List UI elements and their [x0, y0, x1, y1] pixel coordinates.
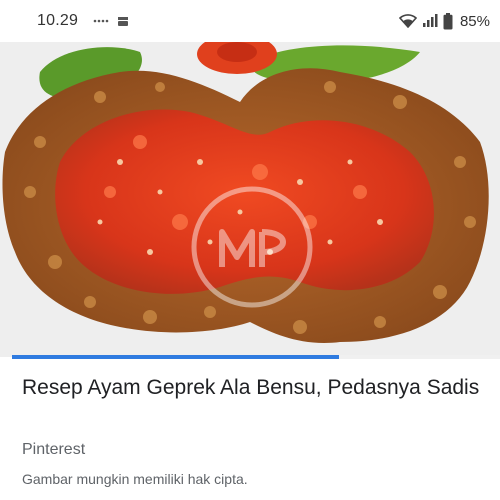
progress-track [12, 355, 500, 359]
fried-chicken-illustration [0, 42, 500, 357]
copyright-note: Gambar mungkin memiliki hak cipta. [22, 471, 248, 487]
signal-icon [422, 14, 438, 27]
notification-dots-icon [93, 19, 109, 23]
wifi-icon [398, 14, 417, 28]
result-image[interactable] [0, 42, 500, 357]
status-bar: 10.29 85% [0, 0, 500, 42]
result-title[interactable]: Resep Ayam Geprek Ala Bensu, Pedasnya Sa… [22, 373, 482, 402]
status-right: 85% [398, 11, 490, 31]
battery-icon [443, 12, 453, 29]
battery-percent: 85% [459, 12, 490, 30]
status-time: 10.29 [37, 12, 79, 29]
result-source[interactable]: Pinterest [22, 441, 85, 459]
app-notification-icon [118, 17, 128, 26]
progress-fill [12, 355, 339, 359]
